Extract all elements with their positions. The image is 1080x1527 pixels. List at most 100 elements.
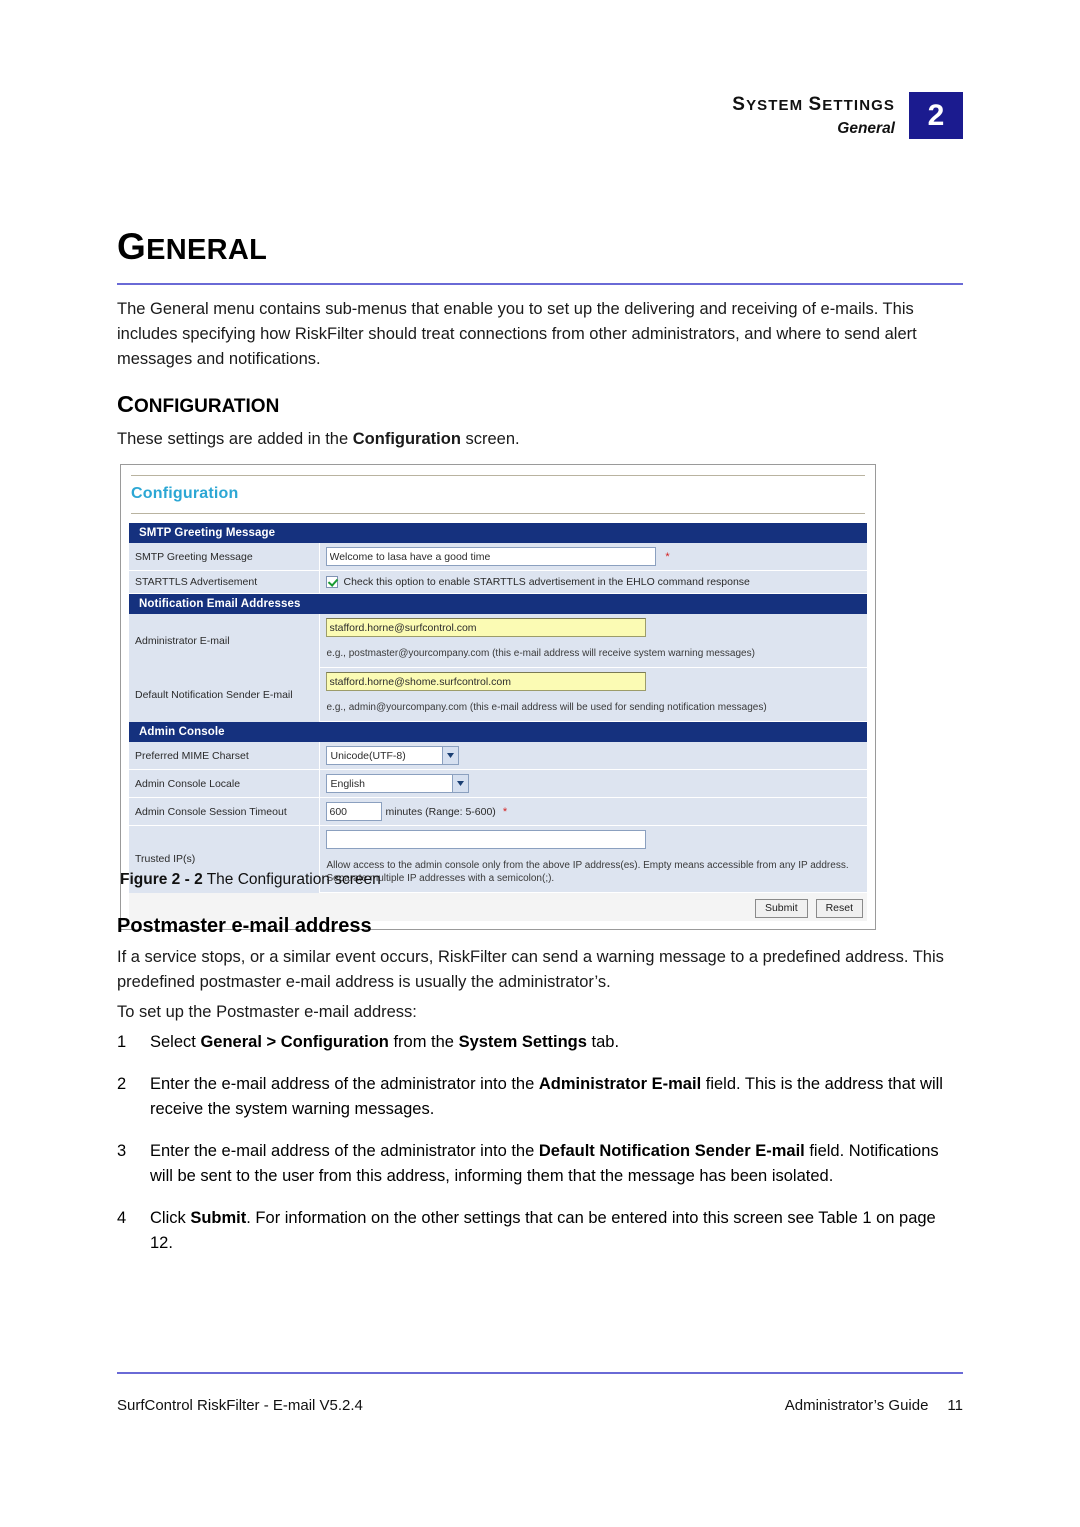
admin-console-locale-select[interactable]: English	[325, 774, 469, 793]
required-asterisk-smtp: *	[665, 550, 670, 563]
session-timeout-unit-text: minutes (Range: 5-600)	[385, 805, 496, 818]
preferred-mime-charset-select[interactable]: Unicode(UTF-8)	[325, 746, 459, 765]
plain-text: Select	[150, 1033, 201, 1051]
list-item: 1 Select General > Configuration from the…	[117, 1030, 963, 1055]
table-row: Default Notification Sender E-mail	[129, 667, 867, 722]
list-item-number: 3	[117, 1142, 127, 1160]
section-header-row-admin-console: Admin Console	[129, 721, 867, 742]
postmaster-paragraph-1-text: If a service stops, or a similar event o…	[117, 948, 944, 991]
administrator-email-input[interactable]	[325, 618, 646, 637]
smtp-greeting-message-input[interactable]	[325, 547, 656, 566]
label-admin-console-session-timeout: Admin Console Session Timeout	[129, 797, 320, 826]
title-divider	[117, 283, 963, 285]
figure-caption-label: Figure 2 - 2	[120, 871, 203, 888]
running-header-title: SYSTEM SETTINGS	[732, 94, 895, 116]
field-cell-smtp-greeting-message: *	[319, 543, 867, 571]
header-word-initial: S	[732, 94, 747, 115]
table-row: STARTTLS Advertisement Check this option…	[129, 570, 867, 594]
postmaster-paragraph-2-text: To set up the Postmaster e-mail address:	[117, 1003, 417, 1021]
config-intro-bold: Configuration	[352, 430, 461, 448]
footer-guide-name: Administrator’s Guide	[784, 1397, 929, 1414]
chapter-number-badge: 2	[909, 92, 963, 139]
postmaster-paragraph-1: If a service stops, or a similar event o…	[117, 945, 963, 995]
section-header-smtp: SMTP Greeting Message	[129, 523, 867, 543]
field-cell-administrator-email	[319, 614, 867, 641]
chevron-down-icon[interactable]	[451, 775, 468, 792]
hint-administrator-email: e.g., postmaster@yourcompany.com (this e…	[326, 648, 755, 659]
list-item-number: 4	[117, 1209, 127, 1227]
configuration-intro-paragraph: These settings are added in the Configur…	[117, 427, 963, 452]
config-intro-before: These settings are added in the	[117, 430, 353, 448]
page-title: GENERAL	[117, 228, 267, 265]
list-item-number: 2	[117, 1075, 127, 1093]
heading-initial: C	[117, 391, 134, 417]
plain-text: Enter the e-mail address of the administ…	[150, 1142, 539, 1160]
field-cell-preferred-mime-charset: Unicode(UTF-8)	[319, 742, 867, 770]
starttls-checkbox-label: Check this option to enable STARTTLS adv…	[343, 576, 750, 588]
table-row: Trusted IP(s)	[129, 825, 867, 893]
header-word-initial: S	[808, 94, 823, 115]
hint-cell-trusted-ips: Allow access to the admin console only f…	[319, 853, 867, 893]
running-header-subtitle: General	[837, 119, 895, 137]
configuration-screenshot-figure: Configuration SMTP Greeting Message SMTP…	[120, 464, 876, 930]
emphasis-text: Default Notification Sender E-mail	[538, 1142, 805, 1160]
config-intro-after: screen.	[460, 430, 520, 448]
heading-remainder: ENERAL	[146, 234, 268, 266]
required-asterisk-session-timeout: *	[502, 805, 508, 818]
emphasis-text: Submit	[190, 1209, 247, 1227]
admin-console-locale-value: English	[330, 777, 365, 790]
configuration-screen-title: Configuration	[131, 485, 239, 502]
chapter-intro-text: The General menu contains sub-menus that…	[117, 300, 917, 368]
postmaster-steps-list: 1 Select General > Configuration from the…	[117, 1030, 963, 1273]
emphasis-text: System Settings	[458, 1033, 587, 1051]
default-notification-sender-email-input[interactable]	[325, 672, 646, 691]
plain-text: from the	[388, 1033, 459, 1051]
list-item: 2 Enter the e-mail address of the adminis…	[117, 1072, 963, 1122]
list-item-text: Select General > Configuration from the …	[150, 1030, 963, 1055]
checkbox-checked-icon[interactable]	[325, 576, 338, 588]
label-default-notification-sender-email: Default Notification Sender E-mail	[129, 667, 320, 722]
label-admin-console-locale: Admin Console Locale	[129, 769, 320, 798]
hint-cell-default-notification-sender-email: e.g., admin@yourcompany.com (this e-mail…	[319, 695, 867, 722]
hint-default-notification-sender-email: e.g., admin@yourcompany.com (this e-mail…	[326, 702, 767, 713]
document-page: SYSTEM SETTINGS General 2 GENERAL The Ge…	[0, 0, 1080, 1527]
figure-caption-text: The Configuration screen	[206, 871, 381, 888]
reset-button[interactable]: Reset	[815, 899, 863, 918]
header-word-remainder: YSTEM	[746, 97, 809, 114]
list-item-text: Enter the e-mail address of the administ…	[150, 1139, 963, 1189]
footer-page-number: 11	[947, 1397, 963, 1414]
plain-text: . For information on the other settings …	[150, 1209, 936, 1252]
admin-console-session-timeout-input[interactable]	[325, 802, 382, 821]
trusted-ips-input[interactable]	[325, 830, 646, 849]
header-word-remainder: ETTINGS	[822, 97, 895, 114]
figure-title-divider	[131, 513, 865, 514]
chevron-down-icon[interactable]	[441, 747, 458, 764]
configuration-intro-text: These settings are added in the Configur…	[117, 427, 963, 452]
section-header-row-smtp: SMTP Greeting Message	[129, 523, 867, 543]
running-header: SYSTEM SETTINGS General 2	[732, 92, 963, 139]
emphasis-text: Administrator E-mail	[538, 1075, 702, 1093]
starttls-checkbox-row[interactable]: Check this option to enable STARTTLS adv…	[325, 576, 862, 588]
section-header-notification-email-addresses: Notification Email Addresses	[129, 593, 867, 614]
table-row: Preferred MIME Charset Unicode(UTF-8)	[129, 742, 867, 770]
emphasis-text: General > Configuration	[200, 1033, 389, 1051]
configuration-form-table: SMTP Greeting Message SMTP Greeting Mess…	[129, 523, 867, 921]
submit-button[interactable]: Submit	[754, 899, 808, 918]
footer-left-text: SurfControl RiskFilter - E-mail V5.2.4	[117, 1397, 363, 1414]
list-item-text: Enter the e-mail address of the administ…	[150, 1072, 963, 1122]
section-heading-configuration: CONFIGURATION	[117, 391, 280, 417]
sub-heading-postmaster-email-address: Postmaster e-mail address	[117, 915, 372, 937]
section-header-admin-console: Admin Console	[129, 721, 867, 742]
hint-trusted-ips: Allow access to the admin console only f…	[326, 860, 849, 884]
label-smtp-greeting-message: SMTP Greeting Message	[129, 543, 320, 571]
plain-text: Enter the e-mail address of the administ…	[150, 1075, 539, 1093]
list-item: 4 Click Submit. For information on the ot…	[117, 1206, 963, 1256]
footer-right-block: Administrator’s Guide 11	[785, 1397, 963, 1414]
field-cell-starttls-advertisement: Check this option to enable STARTTLS adv…	[319, 570, 867, 594]
list-item-text: Click Submit. For information on the oth…	[150, 1206, 963, 1256]
heading-remainder: ONFIGURATION	[133, 396, 280, 417]
plain-text: Click	[150, 1209, 191, 1227]
label-preferred-mime-charset: Preferred MIME Charset	[129, 742, 320, 770]
field-cell-trusted-ips	[319, 825, 867, 853]
table-row: Admin Console Locale English	[129, 769, 867, 798]
